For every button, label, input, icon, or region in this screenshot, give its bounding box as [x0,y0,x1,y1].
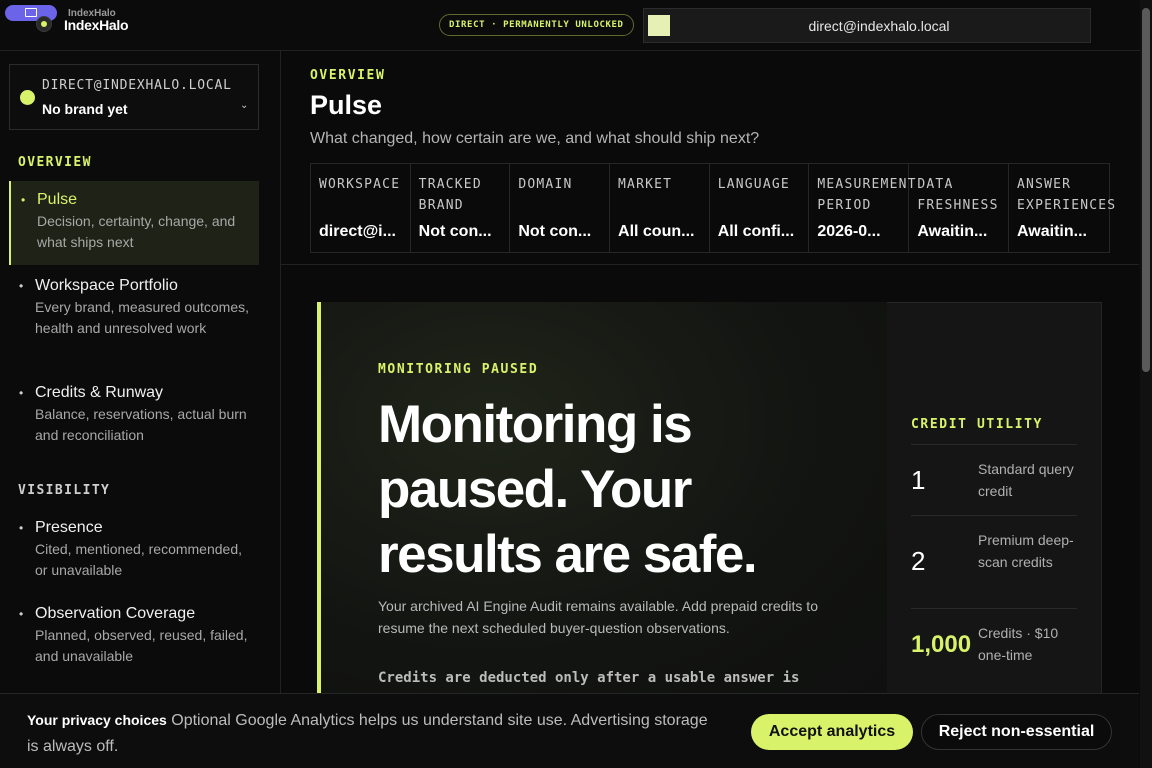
top-bar: IndexHalo IndexHalo DIRECT · PERMANENTLY… [0,0,1152,51]
context-key: DATA FRESHNESS [917,177,999,213]
credit-row: 1 Standard query credit [911,444,1077,515]
section-title-overview: OVERVIEW [18,155,92,170]
context-measurement-period: MEASUREMENT PERIOD 2026-0... [809,164,917,252]
context-value: All confi... [717,223,795,240]
sidebar-item-label: Workspace Portfolio [35,277,178,294]
credit-row: 1,000 Credits · $10 one-time [911,608,1077,688]
account-selector[interactable]: direct@indexhalo.local [643,8,1091,43]
workspace-status-dot [20,90,35,105]
context-data-freshness: DATA FRESHNESS Awaitin... [909,164,1010,252]
sidebar-item-desc: Planned, observed, reused, failed, and u… [35,627,248,664]
workspace-brand: No brand yet [42,101,128,117]
divider [281,264,1139,265]
credit-row-number: 1,000 [911,631,972,658]
account-email: direct@indexhalo.local [808,18,950,34]
context-key: MEASUREMENT PERIOD [817,177,917,213]
sidebar-item-workspace-portfolio[interactable]: • Workspace Portfolio Every brand, measu… [9,267,259,347]
sidebar-item-label: Pulse [37,191,78,208]
credit-row-text: Premium deep-scan credits [978,532,1074,570]
context-key: TRACKED BRAND [418,177,482,213]
context-value: Awaitin... [1017,223,1087,240]
hero-eyebrow: MONITORING PAUSED [378,362,539,377]
sidebar-item-desc: Balance, reservations, actual burn and r… [35,406,247,443]
sidebar-item-desc: Decision, certainty, change, and what sh… [37,213,236,250]
sidebar-item-desc: Every brand, measured outcomes, health a… [35,299,249,336]
credit-row-text: Standard query credit [978,461,1074,499]
sidebar: DIRECT@INDEXHALO.LOCAL No brand yet ⌄ OV… [0,51,281,768]
credit-row-text: Credits · $10 one-time [978,625,1059,663]
bullet-icon: • [19,279,24,293]
context-key: LANGUAGE [717,177,790,192]
sidebar-item-label: Credits & Runway [35,384,164,401]
hero-body: Your archived AI Engine Audit remains av… [378,598,818,636]
context-tracked-brand: TRACKED BRAND Not con... [411,164,511,252]
context-value: 2026-0... [817,223,881,240]
credit-row-number: 2 [911,546,926,576]
sidebar-item-observation-coverage[interactable]: • Observation Coverage Planned, observed… [9,595,259,675]
hero-headline: Monitoring is paused. Your results are s… [378,395,758,584]
credit-row: 2 Premium deep-scan credits [911,515,1077,608]
context-value: Not con... [418,223,492,240]
sidebar-item-label: Observation Coverage [35,605,196,622]
accept-analytics-button[interactable]: Accept analytics [751,714,913,750]
context-key: WORKSPACE [319,177,401,192]
section-title-visibility: VISIBILITY [18,483,111,498]
page-title: Pulse [310,90,383,120]
context-language: LANGUAGE All confi... [710,164,810,252]
hero-note: Credits are deducted only after a usable… [378,670,800,686]
context-value: All coun... [618,223,695,240]
context-key: MARKET [618,177,673,192]
consent-title: Your privacy choices [27,712,167,728]
plan-badge: DIRECT · PERMANENTLY UNLOCKED [439,14,634,36]
monitoring-paused-card: MONITORING PAUSED Monitoring is paused. … [317,302,887,697]
context-market: MARKET All coun... [610,164,710,252]
page-subtitle: What changed, how certain are we, and wh… [310,130,760,147]
sidebar-item-label: Presence [35,519,103,536]
context-value: Not con... [518,223,592,240]
context-domain: DOMAIN Not con... [510,164,611,252]
context-key: DOMAIN [518,177,573,192]
context-value: direct@i... [319,223,396,240]
credit-row-number: 1 [911,465,926,495]
brand-name[interactable]: IndexHalo [64,17,129,33]
monitor-icon [25,8,37,17]
scrollbar[interactable] [1140,0,1152,768]
context-answer-experiences: ANSWER EXPERIENCES Awaitin... [1009,164,1117,252]
sidebar-item-presence[interactable]: • Presence Cited, mentioned, recommended… [9,509,259,589]
chevron-down-icon: ⌄ [240,100,249,111]
bullet-icon: • [19,386,24,400]
page-eyebrow: OVERVIEW [310,68,386,83]
credit-utility-panel: CREDIT UTILITY 1 Standard query credit 2… [887,302,1102,697]
context-value: Awaitin... [917,223,988,240]
context-grid: WORKSPACE direct@i... TRACKED BRAND Not … [310,163,1117,253]
scrollbar-thumb[interactable] [1142,8,1150,372]
consent-text: Your privacy choices Optional Google Ana… [27,707,717,760]
sidebar-item-pulse[interactable]: • Pulse Decision, certainty, change, and… [9,181,259,265]
bullet-icon: • [19,607,24,621]
sidebar-item-desc: Cited, mentioned, recommended, or unavai… [35,541,242,578]
brand-logo-icon[interactable] [36,16,52,32]
privacy-consent-banner: Your privacy choices Optional Google Ana… [0,693,1139,768]
reject-non-essential-button[interactable]: Reject non-essential [921,714,1112,750]
workspace-switcher[interactable]: DIRECT@INDEXHALO.LOCAL No brand yet ⌄ [9,64,259,130]
context-workspace: WORKSPACE direct@i... [311,164,411,252]
credit-utility-title: CREDIT UTILITY [911,417,1043,432]
bullet-icon: • [19,521,24,535]
context-key: ANSWER EXPERIENCES [1017,177,1117,213]
sidebar-item-credits-runway[interactable]: • Credits & Runway Balance, reservations… [9,374,259,454]
workspace-email: DIRECT@INDEXHALO.LOCAL [42,78,232,93]
bullet-icon: • [21,193,26,207]
